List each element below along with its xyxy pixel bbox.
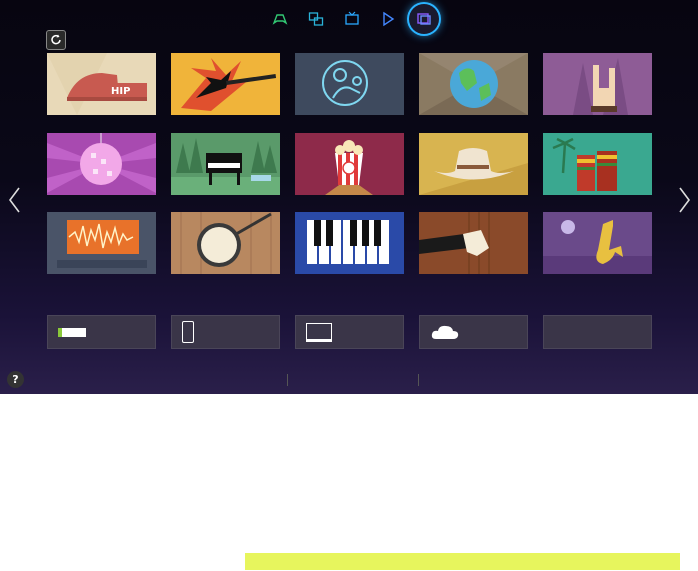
cloud-icon xyxy=(431,325,459,339)
monitor-icon xyxy=(306,322,332,342)
phone-device[interactable] xyxy=(171,315,280,349)
phone-icon xyxy=(182,321,194,343)
rock-guitar-tile[interactable] xyxy=(171,53,280,115)
double-bass-tile[interactable] xyxy=(419,212,528,274)
usb-device[interactable] xyxy=(47,315,156,349)
bongo-drums-tile[interactable] xyxy=(543,133,652,195)
left-arrow-icon[interactable] xyxy=(7,186,23,214)
banjo-tile[interactable] xyxy=(171,212,280,274)
hip-hop-label: HIP xyxy=(111,86,130,97)
top-navigation xyxy=(265,4,439,34)
right-arrow-icon[interactable] xyxy=(676,186,692,214)
multi-screen-icon[interactable] xyxy=(301,4,331,34)
piano-forest-tile[interactable] xyxy=(171,133,280,195)
singer-neon-tile[interactable] xyxy=(295,53,404,115)
disco-ball-tile[interactable] xyxy=(47,133,156,195)
popcorn-tile[interactable] xyxy=(295,133,404,195)
cloud-device[interactable] xyxy=(419,315,528,349)
sound-wave-tile[interactable] xyxy=(47,212,156,274)
divider xyxy=(418,374,419,386)
cowboy-hat-tile[interactable] xyxy=(419,133,528,195)
rock-hand-tile[interactable] xyxy=(543,53,652,115)
refresh-icon[interactable] xyxy=(46,30,66,50)
pc-device[interactable] xyxy=(295,315,404,349)
saxophone-tile[interactable] xyxy=(543,212,652,274)
world-globe-tile[interactable] xyxy=(419,53,528,115)
divider xyxy=(287,374,288,386)
hip-hop-tile[interactable]: HIP xyxy=(47,53,156,115)
usb-icon xyxy=(58,327,86,337)
game-icon[interactable] xyxy=(265,4,295,34)
tv-icon[interactable] xyxy=(337,4,367,34)
help-symbol: ? xyxy=(12,373,19,386)
tv-screen: HIP ? xyxy=(0,0,698,394)
empty-device[interactable] xyxy=(543,315,652,349)
help-icon[interactable]: ? xyxy=(7,371,24,388)
highlight-bar xyxy=(245,553,680,570)
play-icon[interactable] xyxy=(373,4,403,34)
gallery-icon[interactable] xyxy=(409,4,439,34)
keyboard-tile[interactable] xyxy=(295,212,404,274)
